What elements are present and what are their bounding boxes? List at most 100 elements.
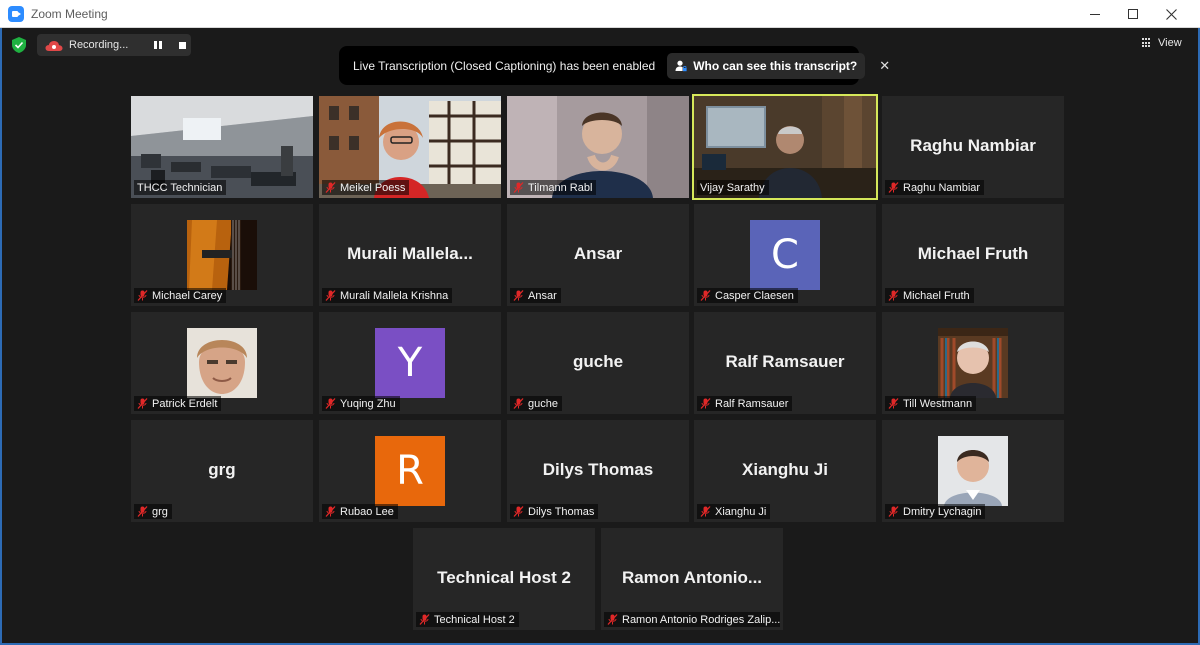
participant-name-label: Tilmann Rabl xyxy=(510,180,597,195)
participant-name-label: Dilys Thomas xyxy=(510,504,599,519)
muted-mic-icon xyxy=(888,290,899,301)
participant-tile[interactable]: Till Westmann xyxy=(882,312,1064,414)
window-title: Zoom Meeting xyxy=(31,6,108,21)
view-button[interactable]: View xyxy=(1142,35,1182,51)
close-banner-icon[interactable]: ✕ xyxy=(879,58,890,74)
participant-avatar: C xyxy=(750,220,820,290)
participant-tile[interactable]: R Rubao Lee xyxy=(319,420,501,522)
participant-tile[interactable]: Xianghu Ji Xianghu Ji xyxy=(694,420,876,522)
muted-mic-icon xyxy=(325,290,336,301)
muted-mic-icon xyxy=(700,398,711,409)
muted-mic-icon xyxy=(325,398,336,409)
muted-mic-icon xyxy=(513,506,524,517)
maximize-button[interactable] xyxy=(1113,0,1153,28)
profile-photo xyxy=(187,328,257,398)
participant-display-name: Ansar xyxy=(573,244,623,263)
muted-mic-icon xyxy=(513,398,524,409)
participant-tile[interactable]: Dilys Thomas Dilys Thomas xyxy=(507,420,689,522)
participant-display-name: grg xyxy=(208,460,236,479)
participant-avatar: Y xyxy=(375,328,445,398)
participant-tile[interactable]: Ansar Ansar xyxy=(507,204,689,306)
muted-mic-icon xyxy=(888,506,899,517)
muted-mic-icon xyxy=(137,290,148,301)
participant-tile[interactable]: Ramon Antonio... Ramon Antonio Rodriges … xyxy=(601,528,783,630)
muted-mic-icon xyxy=(513,182,524,193)
participant-display-name: Raghu Nambiar xyxy=(910,136,1036,155)
participant-name-label: grg xyxy=(134,504,172,519)
participant-name-label: Ansar xyxy=(510,288,561,303)
participant-tile-active-speaker[interactable]: Vijay Sarathy xyxy=(692,94,878,200)
participant-tile[interactable]: Murali Mallela... Murali Mallela Krishna xyxy=(319,204,501,306)
transcription-banner: Live Transcription (Closed Captioning) h… xyxy=(339,46,890,85)
muted-mic-icon xyxy=(325,182,336,193)
muted-mic-icon xyxy=(700,290,711,301)
participant-tile[interactable]: Michael Carey xyxy=(131,204,313,306)
participant-tile[interactable]: Raghu Nambiar Raghu Nambiar xyxy=(882,96,1064,198)
participant-name-label: Michael Carey xyxy=(134,288,227,303)
muted-mic-icon xyxy=(137,506,148,517)
muted-mic-icon xyxy=(700,506,711,517)
window-title-bar: Zoom Meeting xyxy=(0,0,1200,28)
shield-icon[interactable] xyxy=(12,37,26,53)
participant-display-name: Ralf Ramsauer xyxy=(725,352,845,371)
participant-name-label: Raghu Nambiar xyxy=(885,180,985,195)
banner-message: Live Transcription (Closed Captioning) h… xyxy=(353,58,656,73)
participant-tile[interactable]: THCC Technician xyxy=(131,96,313,198)
participant-name-label: Ramon Antonio Rodriges Zalip... xyxy=(604,612,780,627)
participant-tile[interactable]: Dmitry Lychagin xyxy=(882,420,1064,522)
cloud-recording-icon xyxy=(45,39,63,51)
who-can-see-transcript-button[interactable]: Who can see this transcript? xyxy=(667,52,866,79)
participant-name-label: Yuqing Zhu xyxy=(322,396,400,411)
participant-display-name: Ramon Antonio... xyxy=(621,568,763,587)
pause-recording-button[interactable] xyxy=(151,38,165,52)
profile-photo xyxy=(938,436,1008,506)
recording-indicator: Recording... xyxy=(37,34,191,56)
grid-view-icon xyxy=(1142,38,1152,48)
muted-mic-icon xyxy=(419,614,430,625)
profile-photo xyxy=(187,220,257,290)
participant-name-label: Dmitry Lychagin xyxy=(885,504,986,519)
recording-label: Recording... xyxy=(69,39,129,51)
participant-name-label: Patrick Erdelt xyxy=(134,396,222,411)
zoom-app-icon xyxy=(8,5,24,22)
participant-name-label: Casper Claesen xyxy=(697,288,798,303)
close-window-button[interactable] xyxy=(1151,0,1191,28)
participant-avatar: R xyxy=(375,436,445,506)
participant-name-label: Till Westmann xyxy=(885,396,977,411)
participant-tile[interactable]: grg grg xyxy=(131,420,313,522)
participant-name-label: Murali Mallela Krishna xyxy=(322,288,453,303)
profile-photo xyxy=(938,328,1008,398)
participant-name-label: guche xyxy=(510,396,562,411)
participant-display-name: guche xyxy=(572,352,624,371)
participant-name-label: Michael Fruth xyxy=(885,288,974,303)
participant-tile[interactable]: Tilmann Rabl xyxy=(507,96,689,198)
participant-name-label: Vijay Sarathy xyxy=(697,180,769,195)
participant-display-name: Dilys Thomas xyxy=(542,460,654,479)
participant-name-label: Meikel Poess xyxy=(322,180,410,195)
view-label: View xyxy=(1158,37,1182,49)
participant-tile[interactable]: Ralf Ramsauer Ralf Ramsauer xyxy=(694,312,876,414)
muted-mic-icon xyxy=(513,290,524,301)
participant-tile[interactable]: Technical Host 2 Technical Host 2 xyxy=(413,528,595,630)
muted-mic-icon xyxy=(607,614,618,625)
participant-name-label: Technical Host 2 xyxy=(416,612,519,627)
muted-mic-icon xyxy=(325,506,336,517)
person-lock-icon xyxy=(675,60,687,72)
muted-mic-icon xyxy=(888,182,899,193)
minimize-button[interactable] xyxy=(1075,0,1115,28)
participant-tile[interactable]: guche guche xyxy=(507,312,689,414)
participant-name-label: THCC Technician xyxy=(134,180,227,195)
participant-name-label: Ralf Ramsauer xyxy=(697,396,793,411)
stop-recording-button[interactable] xyxy=(175,38,189,52)
participant-name-label: Rubao Lee xyxy=(322,504,398,519)
participant-tile[interactable]: Patrick Erdelt xyxy=(131,312,313,414)
banner-button-label: Who can see this transcript? xyxy=(693,58,858,73)
participant-tile[interactable]: C Casper Claesen xyxy=(694,204,876,306)
muted-mic-icon xyxy=(137,398,148,409)
participant-display-name: Murali Mallela... xyxy=(347,244,473,263)
muted-mic-icon xyxy=(888,398,899,409)
participant-tile[interactable]: Meikel Poess xyxy=(319,96,501,198)
participant-display-name: Michael Fruth xyxy=(917,244,1029,263)
participant-tile[interactable]: Michael Fruth Michael Fruth xyxy=(882,204,1064,306)
participant-tile[interactable]: Y Yuqing Zhu xyxy=(319,312,501,414)
